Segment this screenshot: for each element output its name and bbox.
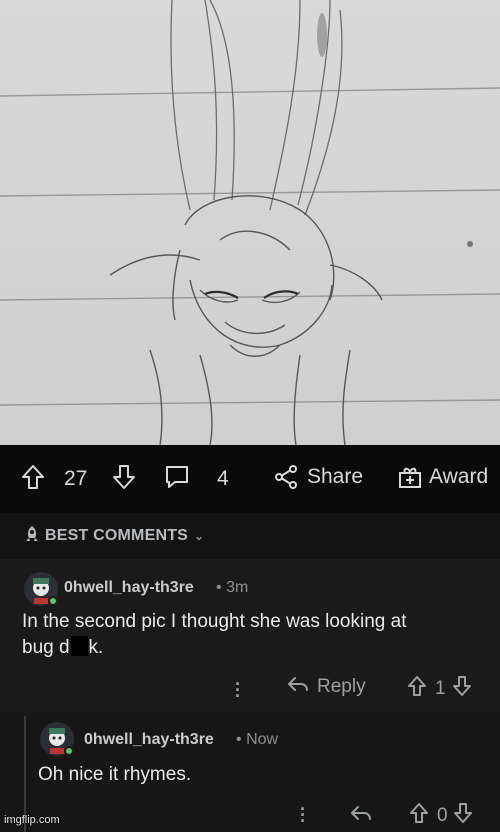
- reply-label: Reply: [317, 676, 366, 697]
- reply-button[interactable]: Reply: [287, 675, 366, 699]
- post-action-bar: 27 4 Share Award: [0, 445, 500, 513]
- downvote-button[interactable]: [111, 463, 137, 491]
- arrow-up-outline-icon[interactable]: [409, 802, 429, 830]
- meta-separator: •: [216, 579, 222, 596]
- rocket-icon: [24, 525, 40, 548]
- comment-text-fragment: bug d: [22, 637, 70, 658]
- watermark: imgflip.com: [4, 814, 60, 826]
- vertical-dots-icon[interactable]: · · ·: [235, 675, 241, 705]
- meta-separator: •: [236, 731, 242, 748]
- vertical-dots-icon[interactable]: · · ·: [300, 800, 306, 830]
- comment-timestamp: 3m: [226, 579, 249, 596]
- upvote-button[interactable]: [20, 463, 46, 491]
- comment-vote-controls: 0: [409, 802, 473, 830]
- comment-score: 1: [435, 678, 446, 699]
- pencil-sketch-drawing: [0, 0, 500, 445]
- gift-icon: [397, 464, 423, 490]
- online-status-dot: [48, 596, 58, 606]
- online-status-dot: [64, 746, 74, 756]
- comment-username[interactable]: 0hwell_hay-th3re: [64, 579, 194, 597]
- comment-sort-selector[interactable]: BEST COMMENTS ⌄: [0, 513, 500, 559]
- reply-button[interactable]: [350, 804, 372, 828]
- arrow-up-outline-icon[interactable]: [407, 675, 427, 703]
- sort-label: BEST COMMENTS: [45, 527, 189, 544]
- comment-username[interactable]: 0hwell_hay-th3re: [84, 731, 214, 749]
- award-button[interactable]: Award: [397, 464, 488, 490]
- comment-text-fragment: k.: [88, 637, 104, 658]
- share-nodes-icon: [273, 464, 299, 490]
- comment-timestamp: Now: [246, 731, 279, 748]
- comment-vote-controls: 1: [407, 675, 472, 703]
- arrow-down-outline-icon[interactable]: [452, 675, 472, 703]
- share-button[interactable]: Share: [273, 464, 363, 490]
- vote-count: 27: [64, 467, 88, 490]
- award-label: Award: [429, 465, 489, 488]
- comment-body: Oh nice it rhymes.: [38, 764, 192, 785]
- reply-arrow-icon: [350, 804, 372, 828]
- comments-button[interactable]: [163, 463, 191, 491]
- reply-arrow-icon: [287, 675, 309, 699]
- comment: 0hwell_hay-th3re • 3m In the second pic …: [0, 559, 500, 712]
- arrow-down-outline-icon: [111, 463, 137, 491]
- comment-text-line2: bug d k.: [22, 635, 492, 661]
- comment-reply: 0hwell_hay-th3re • Now Oh nice it rhymes…: [0, 712, 500, 832]
- redaction-block: [70, 636, 88, 656]
- post-image[interactable]: [0, 0, 500, 445]
- comment-body: In the second pic I thought she was look…: [22, 609, 492, 661]
- comment-text-line1: In the second pic I thought she was look…: [22, 611, 407, 632]
- speech-bubble-icon: [163, 463, 191, 491]
- arrow-down-outline-icon[interactable]: [453, 802, 473, 830]
- comment-count: 4: [217, 467, 229, 490]
- comment-score: 0: [437, 805, 448, 826]
- chevron-down-icon: ⌄: [194, 529, 205, 543]
- share-label: Share: [307, 465, 364, 488]
- arrow-up-outline-icon: [20, 463, 46, 491]
